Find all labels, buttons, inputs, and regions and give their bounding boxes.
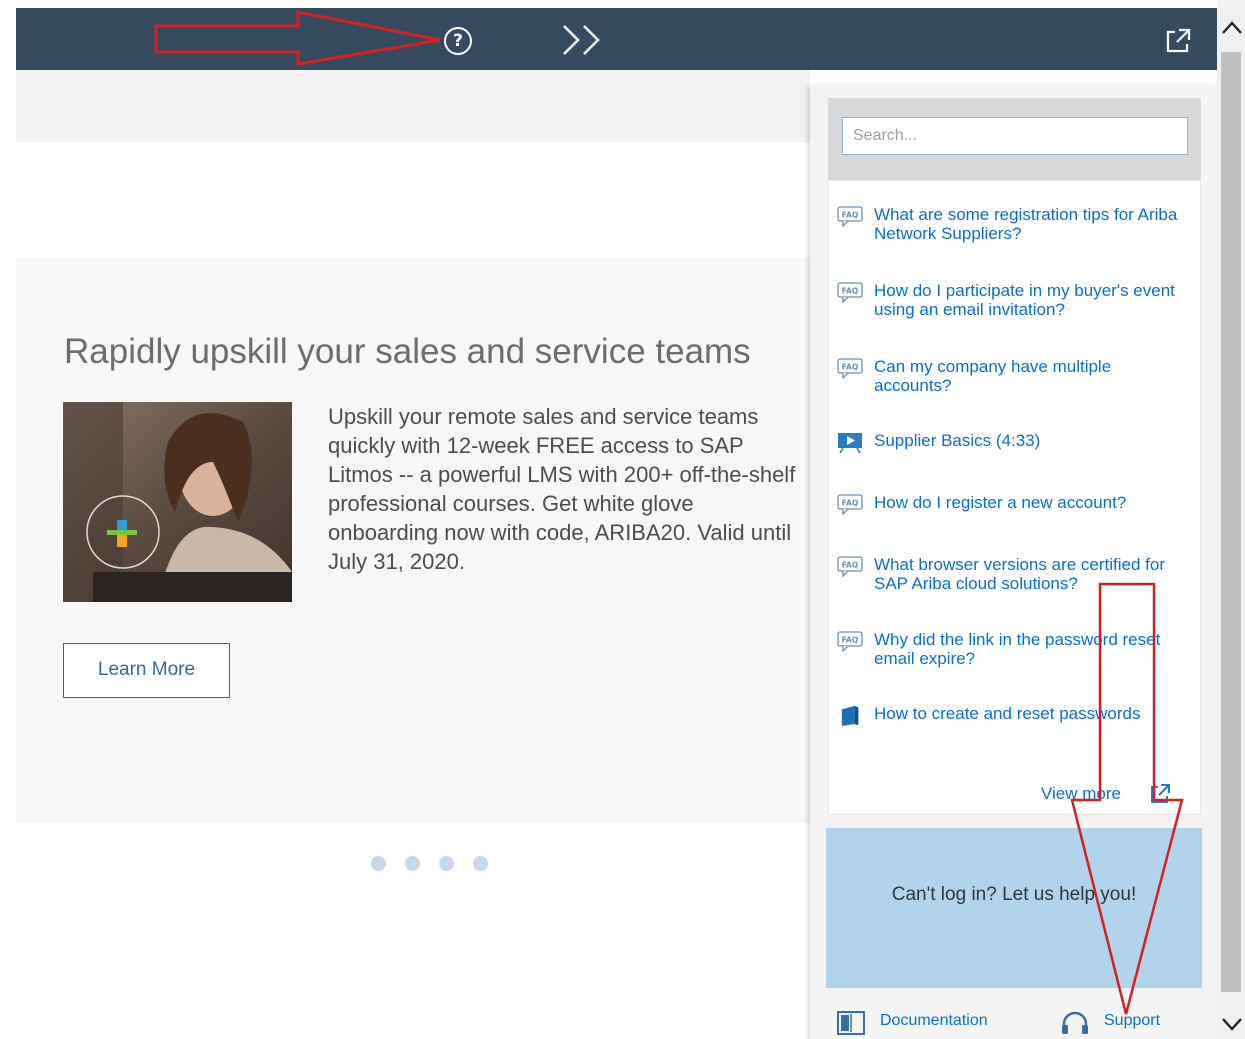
external-link-icon[interactable] bbox=[1149, 783, 1171, 805]
promo-description: Upskill your remote sales and service te… bbox=[328, 404, 796, 574]
documentation-link[interactable]: Documentation bbox=[880, 1012, 988, 1030]
help-topic-label[interactable]: How to create and reset passwords bbox=[874, 704, 1140, 723]
help-topic-label[interactable]: Can my company have multiple accounts? bbox=[874, 357, 1192, 395]
book-icon bbox=[841, 705, 859, 726]
help-topic-label[interactable]: What are some registration tips for Arib… bbox=[874, 205, 1192, 243]
help-topic-label[interactable]: Supplier Basics (4:33) bbox=[874, 431, 1040, 450]
login-help-text[interactable]: Can't log in? Let us help you! bbox=[826, 884, 1202, 906]
help-topic-item[interactable]: Supplier Basics (4:33) bbox=[837, 431, 1192, 453]
faq-icon: FAQ bbox=[837, 282, 863, 303]
faq-icon: FAQ bbox=[837, 556, 863, 577]
learn-more-button[interactable]: Learn More bbox=[63, 643, 230, 698]
carousel-dot[interactable] bbox=[473, 856, 488, 871]
scroll-down-icon[interactable] bbox=[1220, 1014, 1244, 1034]
scrollbar-thumb[interactable] bbox=[1221, 52, 1241, 992]
page-header-band bbox=[16, 70, 810, 142]
video-icon bbox=[838, 433, 862, 453]
top-bar bbox=[16, 8, 1217, 70]
headset-icon[interactable] bbox=[1060, 1011, 1090, 1037]
faq-icon: FAQ bbox=[837, 206, 863, 227]
help-topic-item[interactable]: How to create and reset passwords bbox=[837, 704, 1192, 726]
carousel-dot[interactable] bbox=[439, 856, 454, 871]
help-topic-item[interactable]: FAQ How do I register a new account? bbox=[837, 493, 1192, 515]
svg-text:FAQ: FAQ bbox=[842, 363, 858, 372]
help-topic-item[interactable]: FAQ Why did the link in the password res… bbox=[837, 630, 1192, 668]
help-topic-item[interactable]: FAQ What are some registration tips for … bbox=[837, 205, 1192, 243]
faq-icon: FAQ bbox=[837, 494, 863, 515]
faq-icon: FAQ bbox=[837, 631, 863, 652]
carousel-dot[interactable] bbox=[405, 856, 420, 871]
popout-icon[interactable] bbox=[1165, 28, 1191, 54]
double-chevron-right-icon[interactable] bbox=[560, 20, 606, 60]
svg-text:FAQ: FAQ bbox=[842, 636, 858, 645]
svg-text:FAQ: FAQ bbox=[842, 499, 858, 508]
help-topic-item[interactable]: FAQ How do I participate in my buyer's e… bbox=[837, 281, 1192, 319]
faq-icon: FAQ bbox=[837, 358, 863, 379]
scroll-up-icon[interactable] bbox=[1220, 18, 1244, 38]
view-more-link[interactable]: View more bbox=[1041, 784, 1121, 804]
help-topic-item[interactable]: FAQ Can my company have multiple account… bbox=[837, 357, 1192, 395]
promo-photo bbox=[63, 402, 292, 602]
carousel-indicator bbox=[371, 856, 488, 871]
promo-title: Rapidly upskill your sales and service t… bbox=[64, 332, 751, 371]
help-topic-label[interactable]: What browser versions are certified for … bbox=[874, 555, 1192, 593]
help-topic-item[interactable]: FAQ What browser versions are certified … bbox=[837, 555, 1192, 593]
help-topic-label[interactable]: How do I participate in my buyer's event… bbox=[874, 281, 1192, 319]
documentation-icon[interactable] bbox=[836, 1010, 866, 1036]
help-icon[interactable]: ? bbox=[444, 27, 472, 55]
login-help-banner[interactable] bbox=[826, 828, 1202, 988]
help-topic-label[interactable]: How do I register a new account? bbox=[874, 493, 1126, 512]
carousel-dot[interactable] bbox=[371, 856, 386, 871]
help-topic-label[interactable]: Why did the link in the password reset e… bbox=[874, 630, 1192, 668]
search-input[interactable] bbox=[842, 117, 1188, 155]
support-link[interactable]: Support bbox=[1104, 1012, 1160, 1030]
svg-text:FAQ: FAQ bbox=[842, 211, 858, 220]
svg-text:FAQ: FAQ bbox=[842, 561, 858, 570]
svg-text:FAQ: FAQ bbox=[842, 287, 858, 296]
